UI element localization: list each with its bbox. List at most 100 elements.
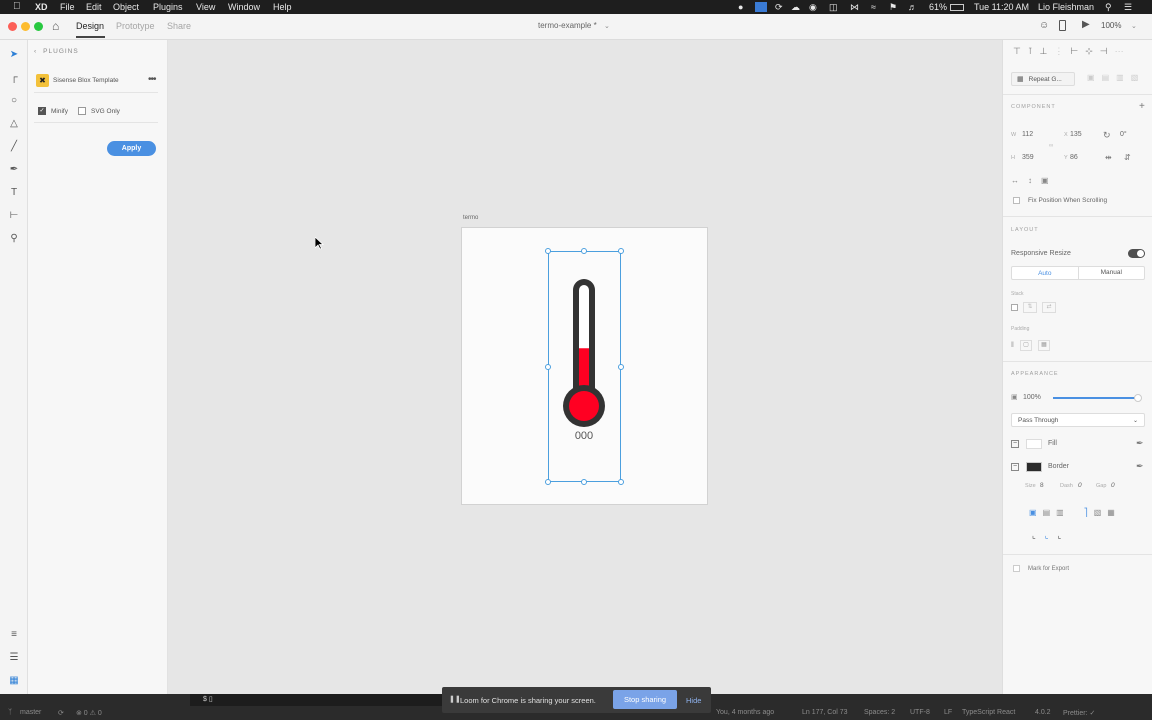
cap-square-icon[interactable]: ⌞ — [1058, 531, 1062, 540]
opacity-slider[interactable] — [1053, 394, 1142, 402]
plugins-icon[interactable]: ▦ — [7, 673, 21, 687]
document-title[interactable]: termo-example * — [538, 20, 597, 32]
menu-plugins[interactable]: Plugins — [153, 1, 183, 13]
text-tool-icon[interactable]: T — [7, 185, 21, 199]
line-tool-icon[interactable]: ╱ — [7, 139, 21, 153]
tab-design[interactable]: Design — [76, 20, 104, 32]
pin-vertical-icon[interactable]: ↕ — [1028, 176, 1032, 185]
stack-horizontal-icon[interactable]: ⇄ — [1042, 302, 1056, 313]
apply-button[interactable]: Apply — [107, 141, 156, 156]
wifi-icon[interactable]: ≈ — [871, 1, 876, 13]
checkbox-box[interactable] — [1013, 197, 1020, 204]
ts-version[interactable]: 4.0.2 — [1035, 709, 1051, 716]
user-avatar-icon[interactable]: ☺ — [1039, 20, 1049, 31]
flip-horizontal-icon[interactable]: ⇹ — [1105, 153, 1112, 162]
more-options-icon[interactable]: ••• — [148, 74, 156, 85]
problems-indicator[interactable]: ⊗ 0 ⚠ 0 — [76, 709, 102, 717]
add-component-icon[interactable]: + — [1139, 101, 1145, 112]
checkbox-box[interactable] — [1013, 565, 1020, 572]
close-window-button[interactable] — [8, 22, 17, 31]
volume-icon[interactable]: ♬ — [908, 1, 917, 13]
home-icon[interactable]: ⌂ — [52, 19, 59, 33]
x-value[interactable]: 135 — [1070, 131, 1082, 138]
menu-edit[interactable]: Edit — [86, 1, 102, 13]
terminal-prompt[interactable]: $ ▯ — [203, 695, 213, 703]
auto-option[interactable]: Auto — [1012, 270, 1078, 277]
zoom-chevron-icon[interactable]: ⌄ — [1131, 22, 1137, 30]
polygon-tool-icon[interactable]: △ — [7, 116, 21, 130]
repeat-grid-button[interactable]: ▦ Repeat G... — [1011, 72, 1075, 86]
border-toggle-checkbox[interactable]: − — [1011, 463, 1019, 471]
stop-sharing-button[interactable]: Stop sharing — [613, 690, 677, 709]
gap-value[interactable]: 0 — [1111, 482, 1115, 489]
padding-uniform-icon[interactable]: ▢ — [1019, 340, 1032, 351]
opacity-value[interactable]: 100% — [1023, 394, 1041, 401]
fill-toggle-checkbox[interactable]: − — [1011, 440, 1019, 448]
checkbox-box[interactable] — [78, 107, 86, 115]
maximize-window-button[interactable] — [34, 22, 43, 31]
align-right-icon[interactable]: ⊣ — [1100, 46, 1108, 57]
zoom-level[interactable]: 100% — [1101, 20, 1121, 32]
join-round-icon[interactable]: ▧ — [1094, 508, 1102, 517]
microphone-icon[interactable]: ● — [738, 1, 743, 13]
svg-only-checkbox[interactable]: SVG Only — [78, 107, 120, 115]
cap-round-icon[interactable]: ⌞ — [1045, 531, 1049, 540]
blend-mode-select[interactable]: Pass Through ⌄ — [1011, 413, 1145, 427]
hide-button[interactable]: Hide — [686, 696, 701, 705]
sync-icon[interactable]: ⟳ — [58, 709, 64, 717]
battery-percent[interactable]: 61% — [929, 1, 947, 13]
dash-value[interactable]: 0 — [1078, 482, 1082, 489]
eyedropper-icon[interactable]: ✒ — [1136, 438, 1144, 449]
eyedropper-icon[interactable]: ✒ — [1136, 461, 1144, 472]
pin-frame-icon[interactable]: ▣ — [1041, 176, 1049, 185]
stroke-inside-icon[interactable]: ▣ — [1029, 508, 1037, 517]
pen-tool-icon[interactable]: ✒ — [7, 162, 21, 176]
menu-help[interactable]: Help — [273, 1, 292, 13]
resize-handle[interactable] — [618, 479, 624, 485]
menu-window[interactable]: Window — [228, 1, 260, 13]
minimize-window-button[interactable] — [21, 22, 30, 31]
language-mode[interactable]: TypeScript React — [962, 709, 1015, 716]
artboard-label[interactable]: termo — [463, 215, 478, 221]
padding-individual-icon[interactable]: ▦ — [1037, 340, 1050, 351]
flip-vertical-icon[interactable]: ⇵ — [1124, 153, 1131, 162]
ellipse-tool-icon[interactable]: ○ — [7, 93, 21, 107]
indentation[interactable]: Spaces: 2 — [864, 709, 895, 716]
rotation-value[interactable]: 0° — [1120, 131, 1127, 138]
minify-checkbox[interactable]: ✓ Minify — [38, 107, 68, 115]
menu-view[interactable]: View — [196, 1, 215, 13]
border-swatch[interactable] — [1026, 462, 1042, 472]
resize-handle[interactable] — [618, 248, 624, 254]
responsive-resize-toggle[interactable] — [1128, 249, 1145, 258]
boolean-exclude-icon[interactable]: ▧ — [1131, 73, 1139, 82]
distribute-vertical-icon[interactable]: ⋮ — [1054, 46, 1063, 57]
resize-handle[interactable] — [581, 248, 587, 254]
padding-sides-icon[interactable]: ‖ — [1011, 342, 1014, 349]
spotlight-icon[interactable]: ⚲ — [1105, 1, 1112, 13]
boolean-add-icon[interactable]: ▣ — [1087, 73, 1095, 82]
join-bevel-icon[interactable]: ▦ — [1107, 508, 1115, 517]
align-bottom-icon[interactable]: ⊥ — [1040, 46, 1048, 57]
bluetooth-icon[interactable]: ⋈ — [850, 1, 859, 13]
plugins-back-button[interactable]: ‹ PLUGINS — [34, 48, 79, 55]
stack-checkbox[interactable] — [1011, 304, 1018, 311]
height-value[interactable]: 359 — [1022, 154, 1034, 161]
align-middle-icon[interactable]: ⊺ — [1028, 46, 1033, 57]
boolean-intersect-icon[interactable]: ▥ — [1116, 73, 1124, 82]
chevron-down-icon[interactable]: ⌄ — [604, 22, 610, 30]
checkmark-icon[interactable]: ✓ — [38, 107, 46, 115]
resize-handle[interactable] — [545, 479, 551, 485]
git-blame[interactable]: You, 4 months ago — [716, 709, 774, 716]
size-value[interactable]: 8 — [1040, 482, 1044, 489]
width-value[interactable]: 112 — [1022, 131, 1033, 138]
cursor-position[interactable]: Ln 177, Col 73 — [802, 709, 848, 716]
pin-horizontal-icon[interactable]: ↔ — [1011, 176, 1019, 185]
play-icon[interactable]: ▶ — [1082, 19, 1090, 30]
sync-icon[interactable]: ⟳ — [775, 1, 783, 13]
fill-swatch[interactable] — [1026, 439, 1042, 449]
mark-for-export-checkbox[interactable]: Mark for Export — [1013, 565, 1069, 572]
document-assets-icon[interactable]: ≡ — [7, 627, 21, 641]
user-name[interactable]: Lio Fleishman — [1038, 1, 1094, 13]
menu-file[interactable]: File — [60, 1, 75, 13]
align-left-icon[interactable]: ⊢ — [1070, 46, 1078, 57]
